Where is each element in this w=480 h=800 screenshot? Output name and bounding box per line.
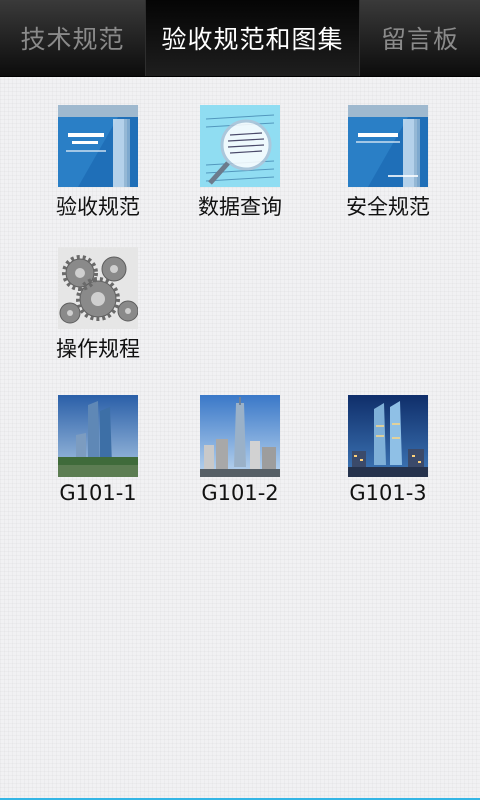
- grid-item-data-query[interactable]: 数据查询: [175, 105, 305, 221]
- grid-item-acceptance-standards[interactable]: 验收规范: [33, 105, 163, 221]
- skyscraper-photo-icon: [58, 395, 138, 477]
- grid-item-operating-procedures[interactable]: 操作规程: [33, 247, 163, 363]
- safety-code-book-icon: [348, 105, 428, 187]
- tab-message-board[interactable]: 留言板: [360, 0, 480, 76]
- grid-item-label: G101-3: [349, 481, 427, 505]
- twin-towers-night-icon: [348, 395, 428, 477]
- grid-item-g101-2[interactable]: G101-2: [175, 395, 305, 505]
- grid-item-label: 操作规程: [56, 337, 140, 361]
- grid-item-label: 验收规范: [56, 195, 140, 219]
- building-code-book-icon: [58, 105, 138, 187]
- grid-item-safety-standards[interactable]: 安全规范: [323, 105, 453, 221]
- grid-item-label: 数据查询: [198, 195, 282, 219]
- grid-item-g101-1[interactable]: G101-1: [33, 395, 163, 505]
- grid-item-label: G101-1: [59, 481, 137, 505]
- gears-icon: [58, 247, 138, 329]
- grid-item-label: 安全规范: [346, 195, 430, 219]
- tab-acceptance-standards-atlas[interactable]: 验收规范和图集: [145, 0, 360, 76]
- grid-item-g101-3[interactable]: G101-3: [323, 395, 453, 505]
- grid-item-label: G101-2: [201, 481, 279, 505]
- magnifier-data-icon: [200, 105, 280, 187]
- city-tower-photo-icon: [200, 395, 280, 477]
- tab-bar: 技术规范 验收规范和图集 留言板: [0, 0, 480, 77]
- tab-tech-standards[interactable]: 技术规范: [0, 0, 145, 76]
